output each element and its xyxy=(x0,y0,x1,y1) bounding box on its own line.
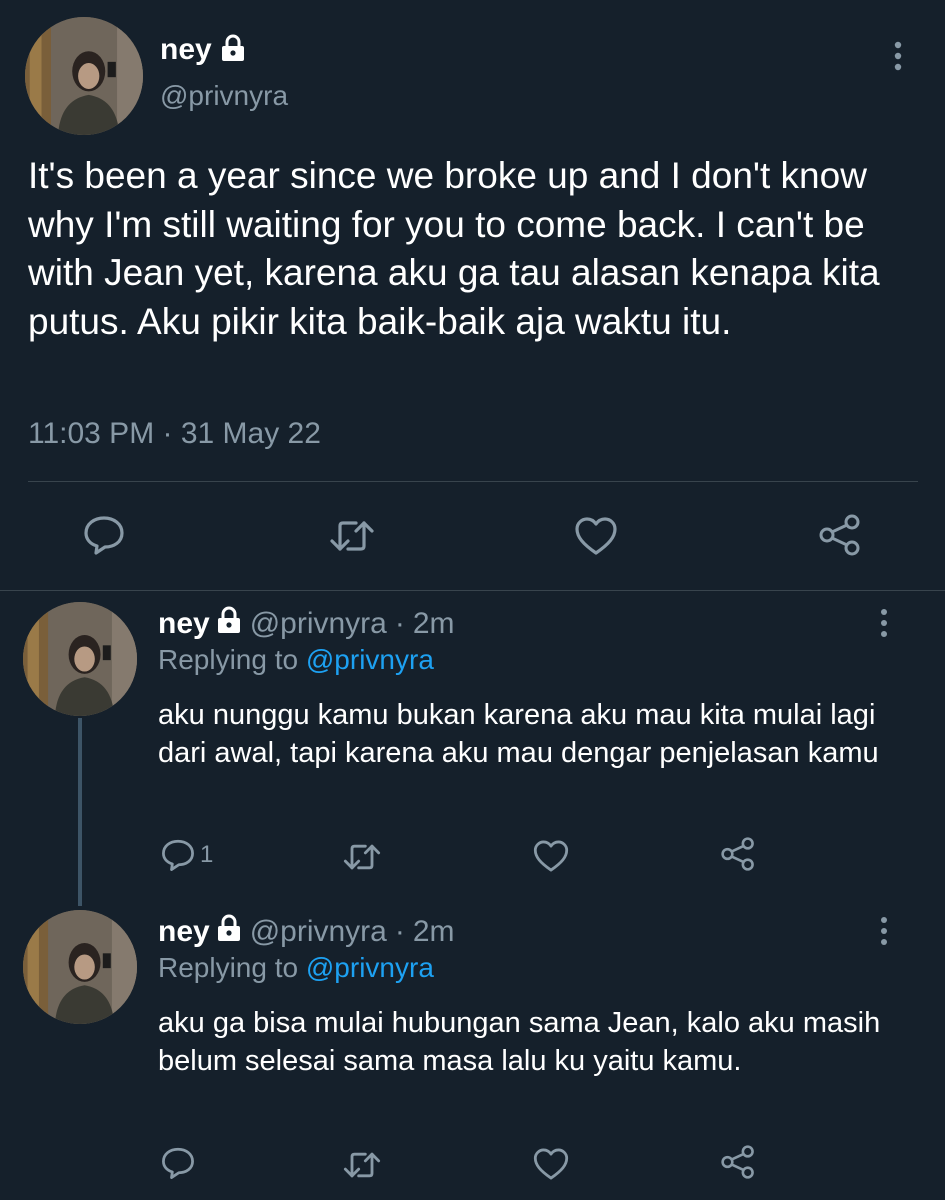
main-tweet-name-row: ney xyxy=(160,28,246,72)
username[interactable]: @privnyra xyxy=(160,80,288,112)
retweet-button[interactable] xyxy=(342,841,382,873)
display-name[interactable]: ney xyxy=(160,33,212,67)
divider xyxy=(0,590,945,591)
share-icon xyxy=(818,514,862,556)
reply-button[interactable] xyxy=(82,514,126,556)
reply-count: 1 xyxy=(200,841,214,868)
like-button[interactable] xyxy=(532,1147,570,1181)
more-options-icon[interactable] xyxy=(890,40,906,74)
share-button[interactable] xyxy=(720,837,756,871)
reply-text: aku nunggu kamu bukan karena aku mau kit… xyxy=(158,699,879,769)
lock-icon xyxy=(216,606,242,642)
tweet-timestamp[interactable]: 11:03 PM · 31 May 22 xyxy=(28,417,321,451)
retweet-icon xyxy=(342,1149,382,1181)
lock-icon xyxy=(216,914,242,950)
reply-button[interactable]: 1 xyxy=(160,838,213,872)
avatar[interactable] xyxy=(23,910,137,1024)
avatar[interactable] xyxy=(23,602,137,716)
separator: · xyxy=(394,607,405,640)
avatar[interactable] xyxy=(25,17,143,135)
divider xyxy=(28,481,918,482)
retweet-button[interactable] xyxy=(328,517,376,555)
retweet-icon xyxy=(328,517,376,555)
replying-to-link[interactable]: @privnyra xyxy=(306,952,434,983)
like-button[interactable] xyxy=(532,839,570,873)
share-icon xyxy=(720,837,756,871)
reply-time[interactable]: 2m xyxy=(413,915,455,949)
reply-icon xyxy=(82,514,126,556)
share-icon xyxy=(720,1145,756,1179)
reply-header: ney @privnyra · 2m xyxy=(158,604,455,644)
retweet-icon xyxy=(342,841,382,873)
reply-time[interactable]: 2m xyxy=(413,607,455,641)
heart-icon xyxy=(532,1147,570,1181)
display-name[interactable]: ney xyxy=(158,915,210,949)
username[interactable]: @privnyra xyxy=(250,607,387,641)
thread-line xyxy=(78,718,82,906)
heart-icon xyxy=(532,839,570,873)
share-button[interactable] xyxy=(818,514,862,556)
separator: · xyxy=(394,915,405,948)
lock-icon xyxy=(220,34,246,67)
replying-to: Replying to @privnyra xyxy=(158,644,434,676)
reply-header: ney @privnyra · 2m xyxy=(158,912,455,952)
replying-prefix: Replying to xyxy=(158,644,299,675)
replying-to: Replying to @privnyra xyxy=(158,952,434,984)
display-name[interactable]: ney xyxy=(158,607,210,641)
retweet-button[interactable] xyxy=(342,1149,382,1181)
reply-text: aku ga bisa mulai hubungan sama Jean, ka… xyxy=(158,1007,881,1077)
reply-icon xyxy=(160,1146,196,1180)
reply-button[interactable] xyxy=(160,1146,196,1180)
share-button[interactable] xyxy=(720,1145,756,1179)
replying-to-link[interactable]: @privnyra xyxy=(306,644,434,675)
like-button[interactable] xyxy=(573,516,619,556)
reply-icon xyxy=(160,838,196,872)
heart-icon xyxy=(573,516,619,556)
more-options-icon[interactable] xyxy=(876,915,892,947)
tweet-text: It's been a year since we broke up and I… xyxy=(28,155,880,342)
more-options-icon[interactable] xyxy=(876,607,892,639)
username[interactable]: @privnyra xyxy=(250,915,387,949)
replying-prefix: Replying to xyxy=(158,952,299,983)
